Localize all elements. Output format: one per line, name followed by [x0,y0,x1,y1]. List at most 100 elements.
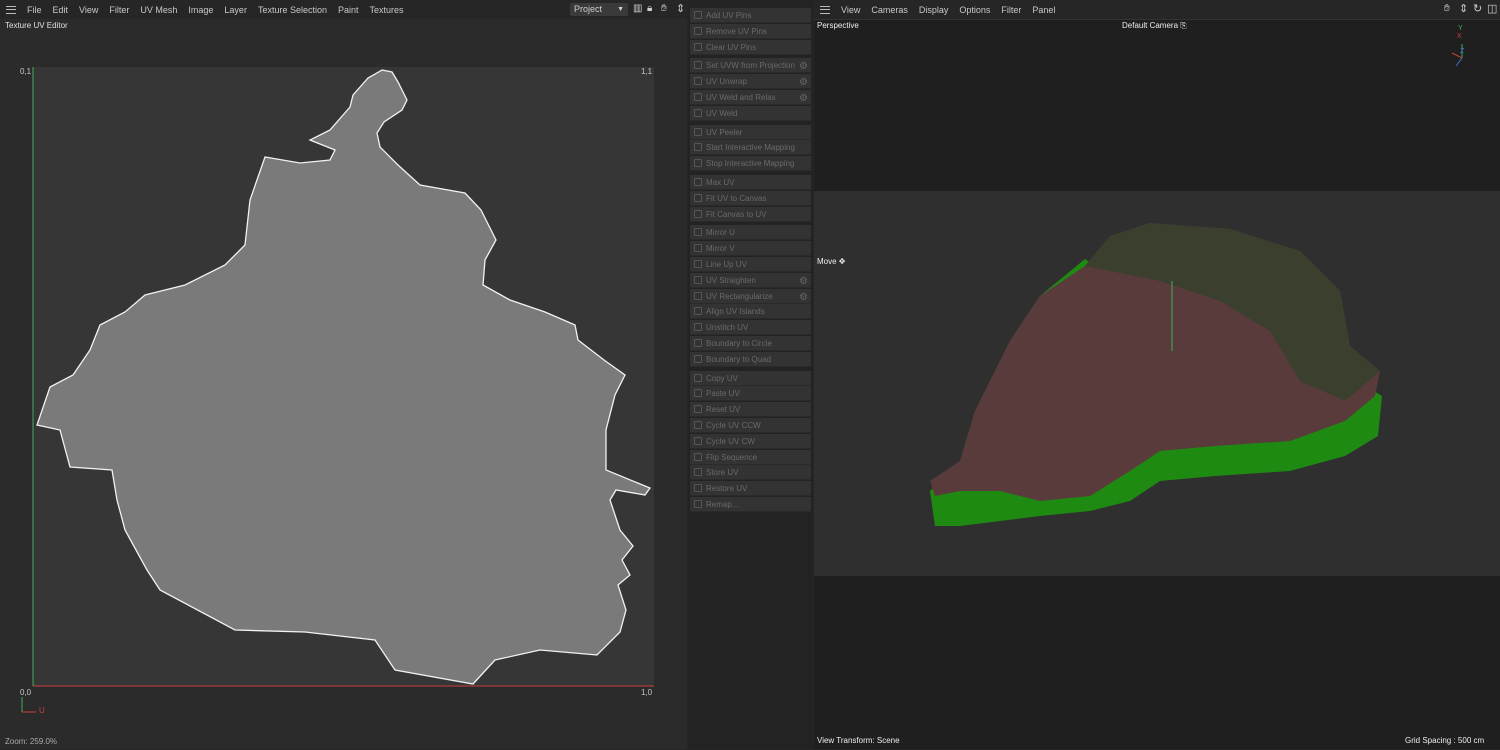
hand-pan-icon[interactable]: ✋︎ [1444,3,1450,14]
command-reset-uv[interactable]: Reset UV [690,402,811,418]
gear-icon[interactable]: ⚙ [799,91,808,106]
command-label: Remove UV Pins [706,26,767,36]
command-boundary-to-circle[interactable]: Boundary to Circle [690,336,811,351]
command-label: UV Weld [706,108,738,118]
command-icon [694,159,702,168]
viewport-panel: View Cameras Display Options Filter Panel ✋︎ … [814,0,1500,749]
command-label: UV Weld and Relax [706,93,776,102]
command-set-uvw-from-projection[interactable]: Set UVW from Projection ⚙ [690,58,811,74]
command-icon [694,275,702,284]
command-remap[interactable]: Remap... [690,497,811,512]
command-remove-uv-pins[interactable]: Remove UV Pins [690,23,811,39]
gear-icon[interactable]: ⚙ [799,274,808,289]
gizmo-z-label: Z [1460,48,1465,55]
command-unstitch-uv[interactable]: Unstitch UV [690,320,811,336]
command-label: Add UV Pins [706,11,752,20]
command-icon [694,193,702,202]
command-clear-uv-pins[interactable]: Clear UV Pins [690,39,811,55]
command-label: Set UVW from Projection [706,61,795,71]
uv-canvas[interactable] [0,0,687,749]
command-uv-weld-and-relax[interactable]: UV Weld and Relax ⚙ [690,90,811,105]
camera-icon: ⎘ [1180,21,1187,30]
viewport-menubar: View Cameras Display Options Filter Panel [814,0,1500,19]
command-icon [694,373,702,382]
command-uv-peeler[interactable]: UV Peeler [690,124,811,140]
command-icon [694,291,702,300]
command-copy-uv[interactable]: Copy UV [690,370,811,386]
gear-icon[interactable]: ⚙ [799,59,808,74]
command-label: Remap... [706,500,739,509]
command-label: Unstitch UV [706,323,749,333]
command-icon [694,244,702,253]
menu-view[interactable]: View [841,5,860,15]
command-label: Mirror V [706,244,735,254]
gear-icon[interactable]: ⚙ [799,290,808,305]
zoom-status: Zoom: 259.0% [5,737,58,746]
maximize-panel-icon[interactable]: ◫ [1487,2,1497,15]
command-label: Clear UV Pins [706,42,757,52]
command-icon [694,77,702,86]
command-uv-rectangularize[interactable]: UV Rectangularize ⚙ [690,288,811,305]
camera-selector[interactable]: Default Camera ⎘ [1122,21,1187,31]
command-label: Align UV Islands [706,307,765,317]
command-icon [694,178,702,186]
rotate-icon[interactable]: ↻ [1473,2,1482,15]
hamburger-menu-icon[interactable] [820,5,830,14]
command-icon [694,436,702,445]
tool-label: Move ✥ [817,257,846,266]
command-restore-uv[interactable]: Restore UV [690,481,811,497]
command-paste-uv[interactable]: Paste UV [690,386,811,402]
gizmo-y-label: Y [1458,25,1463,32]
command-icon [694,307,702,316]
command-mirror-u[interactable]: Mirror U [690,225,811,241]
command-label: Stop Interactive Mapping [706,159,795,169]
command-uv-straighten[interactable]: UV Straighten ⚙ [690,272,811,289]
command-start-interactive-mapping[interactable]: Start Interactive Mapping [690,140,811,156]
command-fit-canvas-to-uv[interactable]: Fit Canvas to UV [690,206,811,222]
menu-cameras[interactable]: Cameras [871,5,908,15]
command-cycle-uv-ccw[interactable]: Cycle UV CCW [690,418,811,433]
command-uv-weld[interactable]: UV Weld [690,105,811,121]
view-transform-status: View Transform: Scene [817,736,900,745]
menu-display[interactable]: Display [919,5,949,15]
command-line-up-uv[interactable]: Line Up UV [690,257,811,272]
command-icon [694,61,702,70]
command-uv-unwrap[interactable]: UV Unwrap ⚙ [690,74,811,90]
corner-label-top-left: 0,1 [20,67,32,76]
command-cycle-uv-cw[interactable]: Cycle UV CW [690,433,811,449]
u-axis-label: U [39,706,45,715]
command-add-uv-pins[interactable]: Add UV Pins [690,8,811,23]
command-align-uv-islands[interactable]: Align UV Islands [690,304,811,320]
uv-commands-panel: Add UV Pins Remove UV Pins Clear UV Pins Se… [688,0,813,749]
command-label: Fit Canvas to UV [706,209,767,219]
command-label: Max UV [706,178,735,187]
command-label: Store UV [706,468,739,478]
command-boundary-to-quad[interactable]: Boundary to Quad [690,351,811,367]
command-fit-uv-to-canvas[interactable]: Fit UV to Canvas [690,190,811,206]
command-icon [694,323,702,332]
gear-icon[interactable]: ⚙ [799,75,808,90]
command-label: UV Unwrap [706,77,747,87]
command-icon [694,260,702,268]
terrain-model[interactable] [814,20,1500,750]
command-label: Reset UV [706,405,741,415]
menu-filter[interactable]: Filter [1001,5,1021,15]
menu-panel[interactable]: Panel [1032,5,1055,15]
command-icon [694,452,702,461]
viewport-canvas[interactable] [814,19,1500,749]
command-icon [694,421,702,429]
command-icon [694,468,702,477]
command-flip-sequence[interactable]: Flip Sequence [690,449,811,465]
command-stop-interactive-mapping[interactable]: Stop Interactive Mapping [690,156,811,172]
command-label: UV Peeler [706,127,743,137]
command-mirror-v[interactable]: Mirror V [690,241,811,257]
command-store-uv[interactable]: Store UV [690,465,811,481]
command-label: Start Interactive Mapping [706,143,795,153]
move-vertical-icon[interactable]: ⇕ [1459,2,1468,15]
command-max-uv[interactable]: Max UV [690,175,811,190]
command-icon [694,42,702,51]
command-label: Mirror U [706,228,735,238]
menu-options[interactable]: Options [959,5,990,15]
command-icon [694,26,702,35]
command-label: Restore UV [706,484,748,494]
